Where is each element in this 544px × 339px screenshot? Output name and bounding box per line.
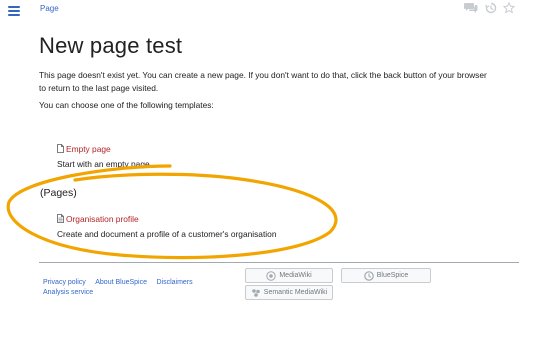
- badge-bluespice[interactable]: BlueSpice: [341, 268, 431, 283]
- footer-divider: [39, 262, 519, 263]
- template-organisation-profile: Organisation profile Create and document…: [57, 209, 276, 239]
- badge-label: Semantic MediaWiki: [263, 289, 328, 296]
- badge-semantic-mediawiki[interactable]: Semantic MediaWiki: [245, 285, 333, 300]
- semantic-mediawiki-icon: [251, 288, 260, 297]
- footer-link-analysis[interactable]: Analysis service: [43, 289, 93, 296]
- page-icon: [57, 210, 64, 228]
- section-heading-pages: (Pages): [40, 187, 77, 199]
- badge-label: BlueSpice: [376, 272, 409, 279]
- badge-label: MediaWiki: [279, 272, 312, 279]
- footer-link-disclaimers[interactable]: Disclaimers: [156, 279, 192, 286]
- mediawiki-icon: [266, 270, 277, 281]
- bluespice-icon: [363, 270, 374, 281]
- footer-link-privacy[interactable]: Privacy policy: [43, 279, 86, 286]
- badge-mediawiki[interactable]: MediaWiki: [245, 268, 333, 283]
- footer-link-about[interactable]: About BlueSpice: [95, 279, 147, 286]
- template-link-organisation-profile[interactable]: Organisation profile: [66, 214, 139, 224]
- footer-links: Privacy policy About BlueSpice Disclaime…: [43, 271, 193, 289]
- template-description: Create and document a profile of a custo…: [57, 229, 277, 239]
